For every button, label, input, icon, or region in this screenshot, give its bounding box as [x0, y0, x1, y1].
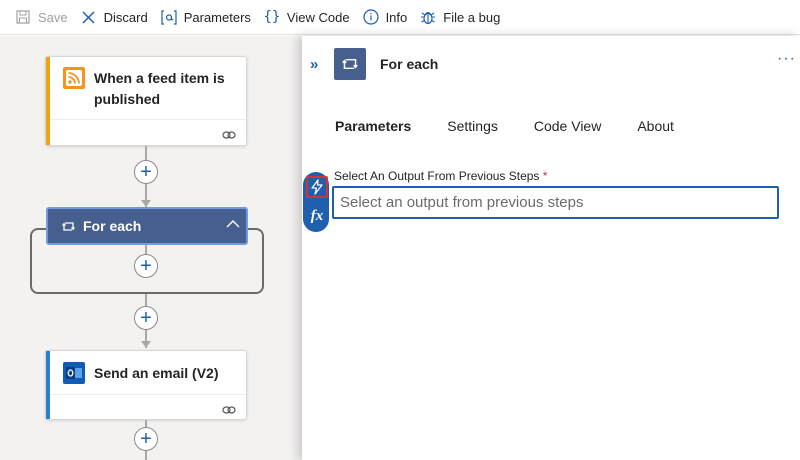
discard-label: Discard	[103, 9, 148, 25]
bug-icon	[419, 8, 437, 26]
info-icon	[362, 8, 380, 26]
add-step-button[interactable]: +	[134, 306, 158, 330]
lightning-icon	[311, 179, 323, 195]
code-icon: {}	[263, 9, 281, 25]
trigger-title-line2: published	[94, 91, 161, 107]
arrow-icon	[141, 341, 151, 348]
info-label: Info	[385, 9, 408, 25]
output-field-label: Select An Output From Previous Steps *	[334, 169, 547, 183]
required-marker: *	[542, 169, 548, 183]
arrow-icon	[141, 200, 151, 207]
email-card-bar	[46, 351, 50, 419]
loop-icon	[334, 48, 366, 80]
tab-parameters[interactable]: Parameters	[335, 118, 411, 134]
trigger-title: When a feed item is published	[94, 68, 225, 110]
file-bug-label: File a bug	[443, 9, 501, 25]
link-icon	[222, 127, 236, 139]
parameters-button[interactable]: Parameters	[154, 0, 257, 35]
tab-code-view[interactable]: Code View	[534, 118, 601, 134]
panel-title: For each	[380, 56, 439, 72]
foreach-action-card[interactable]: For each	[46, 207, 248, 245]
foreach-title: For each	[83, 218, 142, 234]
loop-icon	[62, 220, 75, 233]
action-details-panel: » For each ··· Parameters Settings Code …	[302, 36, 800, 460]
email-divider	[50, 394, 246, 395]
add-step-inside-loop-button[interactable]: +	[134, 254, 158, 278]
expand-panel-icon[interactable]: »	[310, 56, 319, 73]
save-button[interactable]: Save	[8, 0, 74, 35]
chevron-up-icon[interactable]	[226, 219, 240, 229]
save-label: Save	[38, 9, 68, 25]
add-step-button[interactable]: +	[134, 160, 158, 184]
tab-settings[interactable]: Settings	[447, 118, 498, 134]
rss-icon	[63, 67, 85, 89]
view-code-label: View Code	[286, 9, 350, 25]
parameters-icon	[160, 8, 178, 26]
plus-icon: +	[140, 161, 152, 183]
trigger-divider	[50, 119, 246, 120]
discard-button[interactable]: Discard	[74, 0, 154, 35]
trigger-card-bar	[46, 57, 50, 145]
fx-icon[interactable]: fx	[306, 205, 328, 227]
more-options-icon[interactable]: ···	[777, 50, 796, 68]
panel-tabs: Parameters Settings Code View About	[335, 118, 710, 134]
add-step-button[interactable]: +	[134, 427, 158, 451]
link-icon	[222, 402, 236, 414]
plus-icon: +	[140, 255, 152, 277]
send-email-card[interactable]: Send an email (V2)	[45, 350, 247, 420]
outlook-icon	[63, 362, 85, 384]
save-icon	[14, 8, 32, 26]
panel-header: » For each ···	[302, 36, 800, 92]
designer-toolbar: Save Discard Parameters {} View Code Inf…	[0, 0, 800, 35]
info-button[interactable]: Info	[356, 0, 414, 35]
view-code-button[interactable]: {} View Code	[257, 0, 356, 35]
parameters-label: Parameters	[183, 9, 251, 25]
plus-icon: +	[140, 428, 152, 450]
dynamic-content-button[interactable]	[306, 176, 328, 198]
send-email-title: Send an email (V2)	[94, 365, 219, 381]
tab-about[interactable]: About	[637, 118, 674, 134]
output-field-label-text: Select An Output From Previous Steps	[334, 169, 540, 183]
file-bug-button[interactable]: File a bug	[413, 0, 506, 35]
trigger-title-line1: When a feed item is	[94, 70, 225, 86]
workflow-canvas: When a feed item is published + For each…	[0, 36, 302, 460]
plus-icon: +	[140, 307, 152, 329]
discard-icon	[80, 8, 98, 26]
output-select-input[interactable]	[332, 186, 779, 219]
trigger-card[interactable]: When a feed item is published	[45, 56, 247, 146]
